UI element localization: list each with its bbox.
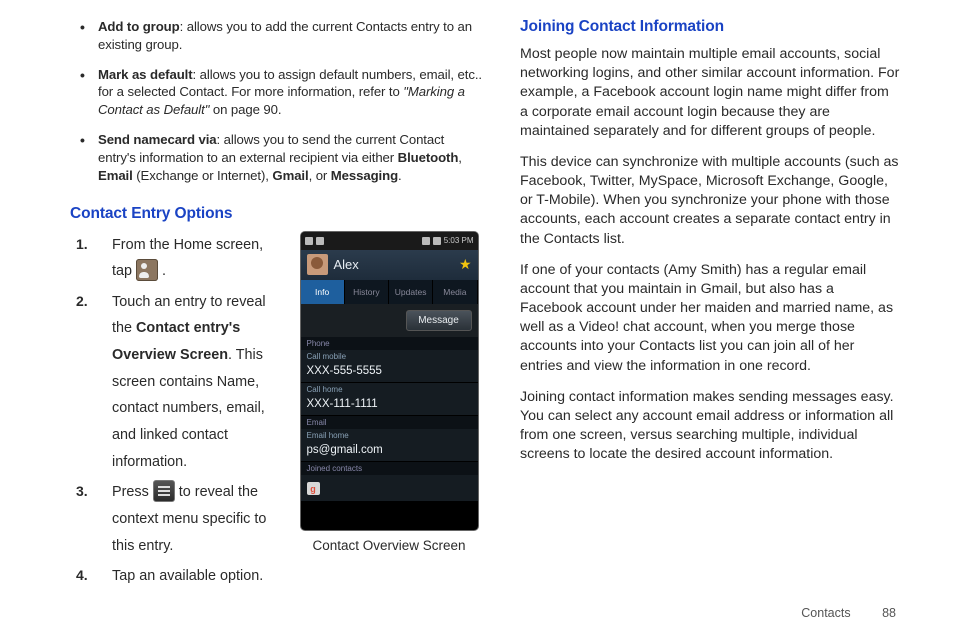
- value-home[interactable]: XXX-111-1111: [301, 396, 478, 416]
- bullet-send-namecard: Send namecard via: allows you to send th…: [98, 131, 484, 184]
- bold-messaging: Messaging: [331, 168, 398, 183]
- page-footer: Contacts 88: [801, 606, 896, 620]
- right-column: Joining Contact Information Most people …: [520, 18, 900, 618]
- clock: 5:03 PM: [444, 236, 474, 245]
- tab-updates[interactable]: Updates: [389, 280, 433, 304]
- message-button[interactable]: Message: [406, 310, 472, 331]
- bold-bluetooth: Bluetooth: [398, 150, 459, 165]
- bullet-label: Mark as default: [98, 67, 193, 82]
- bullet-label: Send namecard via: [98, 132, 217, 147]
- bold-email: Email: [98, 168, 133, 183]
- left-column: Add to group: allows you to add the curr…: [70, 18, 484, 618]
- paragraph: If one of your contacts (Amy Smith) has …: [520, 261, 900, 376]
- cross-ref-tail: on page 90.: [209, 102, 281, 117]
- section-joining-contact-info: Joining Contact Information: [520, 18, 900, 36]
- contacts-app-icon: [136, 259, 158, 281]
- figure-contact-overview: 5:03 PM Alex ★ Info History Updates Medi…: [294, 232, 484, 553]
- status-bar: 5:03 PM: [301, 232, 478, 250]
- label-call-mobile: Call mobile: [301, 350, 478, 363]
- section-email: Email: [301, 416, 478, 429]
- footer-section: Contacts: [801, 606, 850, 620]
- page-number: 88: [882, 606, 896, 620]
- tab-info[interactable]: Info: [301, 280, 345, 304]
- label-email-home: Email home: [301, 429, 478, 442]
- bullet-mark-as-default: Mark as default: allows you to assign de…: [98, 66, 484, 119]
- step-2: Touch an entry to reveal the Contact ent…: [70, 289, 278, 475]
- bulleted-list: Add to group: allows you to add the curr…: [70, 18, 484, 197]
- contact-name: Alex: [334, 257, 453, 272]
- bullet-add-to-group: Add to group: allows you to add the curr…: [98, 18, 484, 54]
- paragraph: Joining contact information makes sendin…: [520, 388, 900, 465]
- section-joined: Joined contacts: [301, 462, 478, 475]
- steps-with-figure: From the Home screen, tap . Touch an ent…: [70, 232, 484, 594]
- figure-caption: Contact Overview Screen: [312, 538, 465, 553]
- value-email[interactable]: ps@gmail.com: [301, 442, 478, 462]
- favorite-star-icon: ★: [459, 256, 472, 273]
- step-3: Press to reveal the context menu specifi…: [70, 479, 278, 559]
- paragraph: Most people now maintain multiple email …: [520, 45, 900, 141]
- section-phone: Phone: [301, 337, 478, 350]
- steps-column: From the Home screen, tap . Touch an ent…: [70, 232, 278, 594]
- bold-gmail: Gmail: [272, 168, 308, 183]
- joined-icons-row: g: [301, 475, 478, 501]
- numbered-steps: From the Home screen, tap . Touch an ent…: [70, 232, 278, 590]
- tab-row: Info History Updates Media: [301, 280, 478, 304]
- notification-icon: [305, 237, 313, 245]
- message-row: Message: [301, 304, 478, 337]
- paragraph: This device can synchronize with multipl…: [520, 153, 900, 249]
- contact-header: Alex ★: [301, 250, 478, 280]
- label-call-home: Call home: [301, 383, 478, 396]
- phone-mockup: 5:03 PM Alex ★ Info History Updates Medi…: [301, 232, 478, 530]
- value-mobile[interactable]: XXX-555-5555: [301, 363, 478, 383]
- menu-hardkey-icon: [153, 480, 175, 502]
- tab-media[interactable]: Media: [433, 280, 477, 304]
- avatar: [307, 254, 328, 275]
- section-contact-entry-options: Contact Entry Options: [70, 205, 484, 223]
- step-4: Tap an available option.: [70, 563, 278, 590]
- tab-history[interactable]: History: [345, 280, 389, 304]
- google-account-icon[interactable]: g: [307, 482, 320, 495]
- battery-icon: [433, 237, 441, 245]
- notification-icon: [316, 237, 324, 245]
- signal-icon: [422, 237, 430, 245]
- bullet-label: Add to group: [98, 19, 180, 34]
- step-1: From the Home screen, tap .: [70, 232, 278, 285]
